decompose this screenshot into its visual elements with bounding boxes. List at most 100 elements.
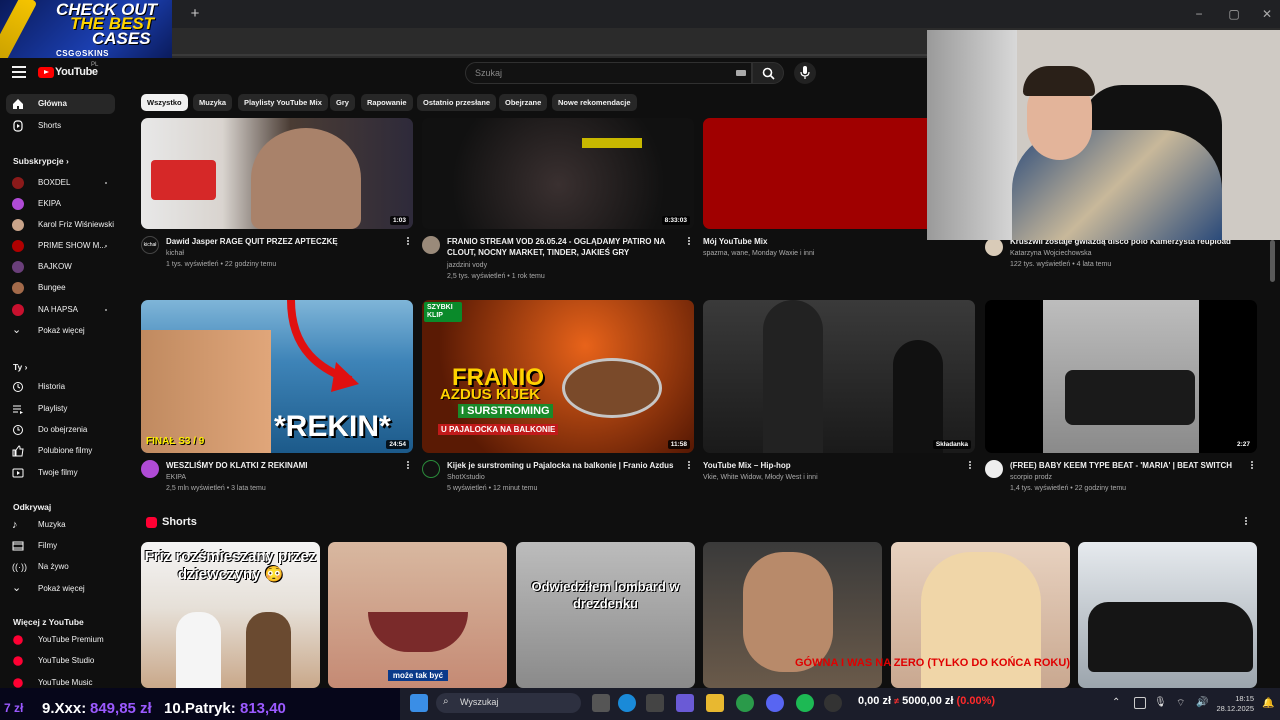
avatar [12,198,24,210]
minimize-icon[interactable]: − [1190,6,1208,22]
chip-music[interactable]: Muzyka [193,94,233,111]
chrome-icon[interactable] [736,694,754,712]
channel-avatar[interactable] [141,460,159,478]
sub-label: Karol Friz Wiśniewski [38,220,115,229]
voice-search-button[interactable] [794,62,816,84]
sidebar-item-watch-later[interactable]: Do obejrzenia [6,420,115,440]
more-options-icon[interactable] [406,237,410,247]
sidebar-item-home[interactable]: Główna [6,94,115,114]
sidebar-item-live[interactable]: ((·)) Na żywo [6,557,115,577]
channel-avatar[interactable] [985,460,1003,478]
keyboard-icon[interactable] [736,70,746,76]
edge-icon[interactable] [618,694,636,712]
windows-start-icon[interactable] [410,694,428,712]
new-tab-button[interactable]: + [186,5,204,23]
sidebar-item-playlists[interactable]: Playlisty [6,399,115,419]
chip-games[interactable]: Gry [330,94,355,111]
clock[interactable]: 18:15 28.12.2025 [1214,694,1254,714]
short-thumbnail[interactable] [1078,542,1257,688]
sidebar-item-label: Filmy [38,541,58,550]
sidebar-item-premium[interactable]: YouTube Premium [6,630,115,650]
video-thumbnail[interactable]: SZYBKI KLIP FRANIO AZDUS KIJEK I SURSTRO… [422,300,694,453]
channel-name[interactable]: kichał [166,249,184,259]
volume-icon[interactable]: 🔊 [1196,697,1208,708]
chip-recently-uploaded[interactable]: Ostatnio przesłane [417,94,497,111]
close-icon[interactable]: ✕ [1258,6,1276,22]
obs-icon[interactable] [824,694,842,712]
more-options-icon[interactable] [406,461,410,471]
hamburger-menu-icon[interactable] [12,66,26,78]
short-thumbnail[interactable]: może tak być [328,542,507,688]
task-view-icon[interactable] [592,694,610,712]
video-title[interactable]: Mój YouTube Mix [703,236,923,247]
sidebar-item-shorts[interactable]: Shorts [6,116,115,136]
video-title[interactable]: (FREE) BABY KEEM TYPE BEAT - 'MARIA' | B… [1010,460,1250,471]
sidebar-sub-boxdel[interactable]: BOXDEL [6,173,115,193]
sidebar-sub-prime[interactable]: PRIME SHOW M... [6,236,115,256]
network-icon[interactable] [1134,697,1146,709]
tray-chevron-icon[interactable]: ⌃ [1112,697,1120,708]
maximize-icon[interactable]: ▢ [1225,6,1243,22]
video-title[interactable]: YouTube Mix – Hip-hop [703,460,923,471]
channel-avatar[interactable]: kichał [141,236,159,254]
copilot-icon[interactable] [676,694,694,712]
video-thumbnail[interactable]: 2:27 [985,300,1257,453]
search-input[interactable] [475,62,725,84]
sidebar-item-history[interactable]: Historia [6,377,115,397]
sidebar-sub-nahapsa[interactable]: NA HAPSA [6,300,115,320]
sidebar-sub-bungee[interactable]: Bungee [6,278,115,298]
chip-playlists-mix[interactable]: Playlisty YouTube Mix [238,94,328,111]
channel-name[interactable]: Katarzyna Wojciechowska [1010,249,1092,259]
discord-icon[interactable] [766,694,784,712]
cases-ad-banner[interactable]: CHECK OUT THE BEST CASES CSG⊙SKINS [0,0,172,60]
chip-rap[interactable]: Rapowanie [361,94,413,111]
scrollbar[interactable] [1270,240,1275,282]
wifi-icon[interactable]: ⌔ [1176,697,1185,710]
more-options-icon[interactable] [1250,461,1254,471]
channel-avatar[interactable] [422,460,440,478]
channel-name[interactable]: ShotXstudio [447,473,485,483]
video-title[interactable]: Dawid Jasper RAGE QUIT PRZEZ APTECZKĘ [166,236,396,247]
youtube-logo[interactable]: YouTube PL [38,62,100,80]
more-options-icon[interactable] [968,461,972,471]
store-icon[interactable] [646,694,664,712]
channel-name[interactable]: EKIPA [166,473,186,483]
notification-bell-icon[interactable]: 🔔 [1262,698,1274,709]
sidebar-item-liked[interactable]: Polubione filmy [6,441,115,461]
sidebar-item-studio[interactable]: YouTube Studio [6,651,115,671]
more-options-icon[interactable] [687,461,691,471]
video-title[interactable]: WESZLIŚMY DO KLATKI Z REKINAMI [166,460,396,471]
short-thumbnail[interactable]: Friz rozśmieszany przez dziewczyny 😳 [141,542,320,688]
sidebar-show-more-subs[interactable]: ⌄ Pokaż więcej [6,321,115,341]
more-options-icon[interactable] [1244,517,1248,527]
sidebar-sub-friz[interactable]: Karol Friz Wiśniewski [6,215,115,235]
sidebar-item-music[interactable]: ♪ Muzyka [6,515,115,535]
sidebar-sub-bajkow[interactable]: BAJKOW [6,257,115,277]
short-thumbnail[interactable]: Odwiedziłem lombard w drezdenku [516,542,695,688]
file-explorer-icon[interactable] [706,694,724,712]
you-heading[interactable]: Ty › [13,362,28,372]
taskbar-search-box[interactable]: ⌕ Wyszukaj [436,693,581,713]
video-title[interactable]: Kijek je surstroming u Pajalocka na balk… [447,460,677,471]
sidebar-sub-ekipa[interactable]: EKIPA [6,194,115,214]
sidebar-show-more-explore[interactable]: ⌄ Pokaż więcej [6,579,115,599]
microphone-tray-icon[interactable]: 🎙 [1154,697,1167,708]
chip-all[interactable]: Wszystko [141,94,188,111]
sidebar-item-movies[interactable]: Filmy [6,536,115,556]
mix-thumbnail[interactable]: Składanka [703,300,975,453]
chip-new-recommendations[interactable]: Nowe rekomendacje [552,94,637,111]
channel-name[interactable]: jazdzini vody [447,261,487,271]
channel-name[interactable]: scorpio prodz [1010,473,1052,483]
video-title[interactable]: FRANIO STREAM VOD 26.05.24 - OGLĄDAMY PA… [447,236,675,258]
spotify-icon[interactable] [796,694,814,712]
video-thumbnail[interactable]: 8:33:03 [422,118,694,229]
sidebar-item-your-videos[interactable]: Twoje filmy [6,463,115,483]
subscriptions-heading[interactable]: Subskrypcje › [13,156,69,166]
more-options-icon[interactable] [687,237,691,247]
video-thumbnail[interactable]: 1:03 [141,118,413,229]
search-button[interactable] [752,62,784,84]
video-thumbnail[interactable]: FINAŁ S3 / 9 *REKIN* 24:54 [141,300,413,453]
chip-watched[interactable]: Obejrzane [499,94,548,111]
channel-avatar[interactable] [985,238,1003,256]
channel-avatar[interactable] [422,236,440,254]
